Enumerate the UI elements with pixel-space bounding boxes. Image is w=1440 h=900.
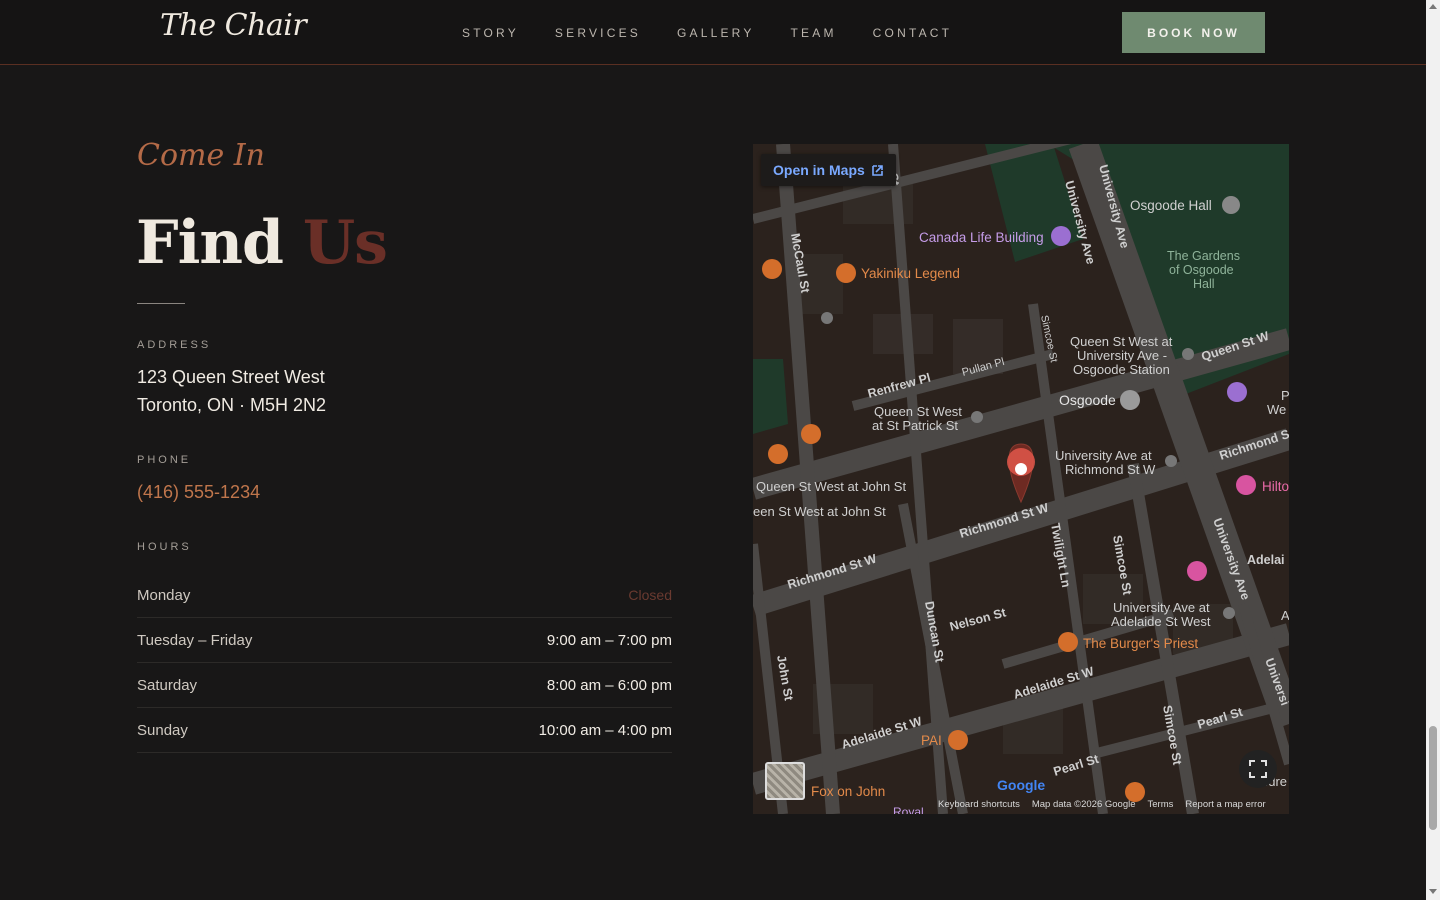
place-label: at St Patrick St xyxy=(872,418,958,433)
keyboard-shortcuts-link[interactable]: Keyboard shortcuts xyxy=(938,799,1020,810)
place-label: University Ave at xyxy=(1055,448,1152,463)
place-label: Royal xyxy=(893,805,924,814)
place-label: Queen St West at xyxy=(1070,334,1173,349)
place-label: Yakiniku Legend xyxy=(861,266,960,281)
title-find: Find xyxy=(136,208,284,278)
scroll-thumb[interactable] xyxy=(1429,726,1437,830)
phone-label: PHONE xyxy=(137,454,192,466)
fullscreen-button[interactable] xyxy=(1239,750,1277,788)
page-title: Find Us xyxy=(136,208,388,278)
page-scrollbar[interactable] xyxy=(1426,0,1440,900)
logo[interactable]: The Chair xyxy=(160,8,307,43)
address-line-1: 123 Queen Street West xyxy=(137,367,325,387)
place-label: Queen St West xyxy=(874,404,962,419)
map-canvas[interactable]: University Ave University Ave McCaul St … xyxy=(753,144,1289,814)
place-label: Osgoode Station xyxy=(1073,362,1170,377)
place-label: PAI xyxy=(921,733,942,748)
title-us: Us xyxy=(302,208,388,278)
hours-row: Sunday 10:00 am – 4:00 pm xyxy=(137,708,672,753)
place-label: Hilto xyxy=(1262,479,1289,494)
place-label: The Gardens xyxy=(1167,249,1240,263)
google-logo-text: Google xyxy=(997,777,1046,793)
place-label: A xyxy=(1281,608,1289,623)
place-label: Osgoode Hall xyxy=(1130,198,1212,213)
map-footer: Keyboard shortcuts Map data ©2026 Google… xyxy=(938,799,1266,810)
place-label: een St West at John St xyxy=(753,504,886,519)
map-data-credit: Map data ©2026 Google xyxy=(1031,799,1136,810)
scroll-down-icon[interactable] xyxy=(1429,889,1437,894)
section-eyebrow: Come In xyxy=(137,138,265,173)
nav-contact[interactable]: CONTACT xyxy=(873,26,953,40)
place-label: Richmond St W xyxy=(1065,462,1156,477)
nav-team[interactable]: TEAM xyxy=(791,26,837,40)
place-label: of Osgoode xyxy=(1169,263,1234,277)
title-divider xyxy=(137,303,185,304)
book-now-button[interactable]: BOOK NOW xyxy=(1122,12,1265,53)
hours-label: HOURS xyxy=(137,541,192,553)
place-label: Queen St West at John St xyxy=(756,479,906,494)
address-label: ADDRESS xyxy=(137,339,212,351)
hours-row: Saturday 8:00 am – 6:00 pm xyxy=(137,663,672,708)
hours-day: Monday xyxy=(137,586,191,604)
hours-time: 10:00 am – 4:00 pm xyxy=(538,721,672,739)
open-in-maps-button[interactable]: Open in Maps xyxy=(761,154,896,186)
scroll-up-icon[interactable] xyxy=(1429,4,1437,9)
place-label: Hall xyxy=(1193,277,1215,291)
place-label: University Ave - xyxy=(1077,348,1167,363)
nav-services[interactable]: SERVICES xyxy=(555,26,641,40)
hours-time: 8:00 am – 6:00 pm xyxy=(546,676,672,694)
nav-gallery[interactable]: GALLERY xyxy=(677,26,755,40)
place-label: Fox on John xyxy=(811,784,885,799)
place-label: Adelaide St West xyxy=(1111,614,1211,629)
phone-link[interactable]: (416) 555-1234 xyxy=(137,482,260,503)
main-nav: STORY SERVICES GALLERY TEAM CONTACT xyxy=(462,26,952,40)
embedded-map[interactable]: University Ave University Ave McCaul St … xyxy=(753,144,1289,814)
hours-day: Tuesday – Friday xyxy=(137,631,253,649)
place-label: Canada Life Building xyxy=(919,230,1044,245)
hours-time: Closed xyxy=(628,587,672,603)
report-map-error-link[interactable]: Report a map error xyxy=(1185,799,1265,810)
hours-time: 9:00 am – 7:00 pm xyxy=(546,631,672,649)
place-label: University Ave at xyxy=(1113,600,1210,615)
address-line-2: Toronto, ON · M5H 2N2 xyxy=(137,395,327,415)
place-label: Osgoode xyxy=(1059,392,1116,408)
hours-row: Tuesday – Friday 9:00 am – 7:00 pm xyxy=(137,618,672,663)
place-label: P xyxy=(1281,388,1289,403)
hours-day: Sunday xyxy=(137,721,188,739)
site-header: The Chair STORY SERVICES GALLERY TEAM CO… xyxy=(0,0,1426,65)
street-label: Adelai xyxy=(1247,553,1285,567)
fullscreen-icon xyxy=(1249,760,1267,778)
nav-story[interactable]: STORY xyxy=(462,26,519,40)
open-in-maps-label: Open in Maps xyxy=(773,162,865,178)
satellite-toggle-thumbnail[interactable] xyxy=(765,762,805,800)
hours-table: Monday Closed Tuesday – Friday 9:00 am –… xyxy=(137,573,672,753)
google-logo: Google xyxy=(997,777,1045,793)
hours-row: Monday Closed xyxy=(137,573,672,618)
external-link-icon xyxy=(871,164,883,176)
place-label: We xyxy=(1267,402,1286,417)
place-label: The Burger's Priest xyxy=(1083,636,1198,651)
hours-day: Saturday xyxy=(137,676,198,694)
terms-link[interactable]: Terms xyxy=(1148,799,1174,810)
